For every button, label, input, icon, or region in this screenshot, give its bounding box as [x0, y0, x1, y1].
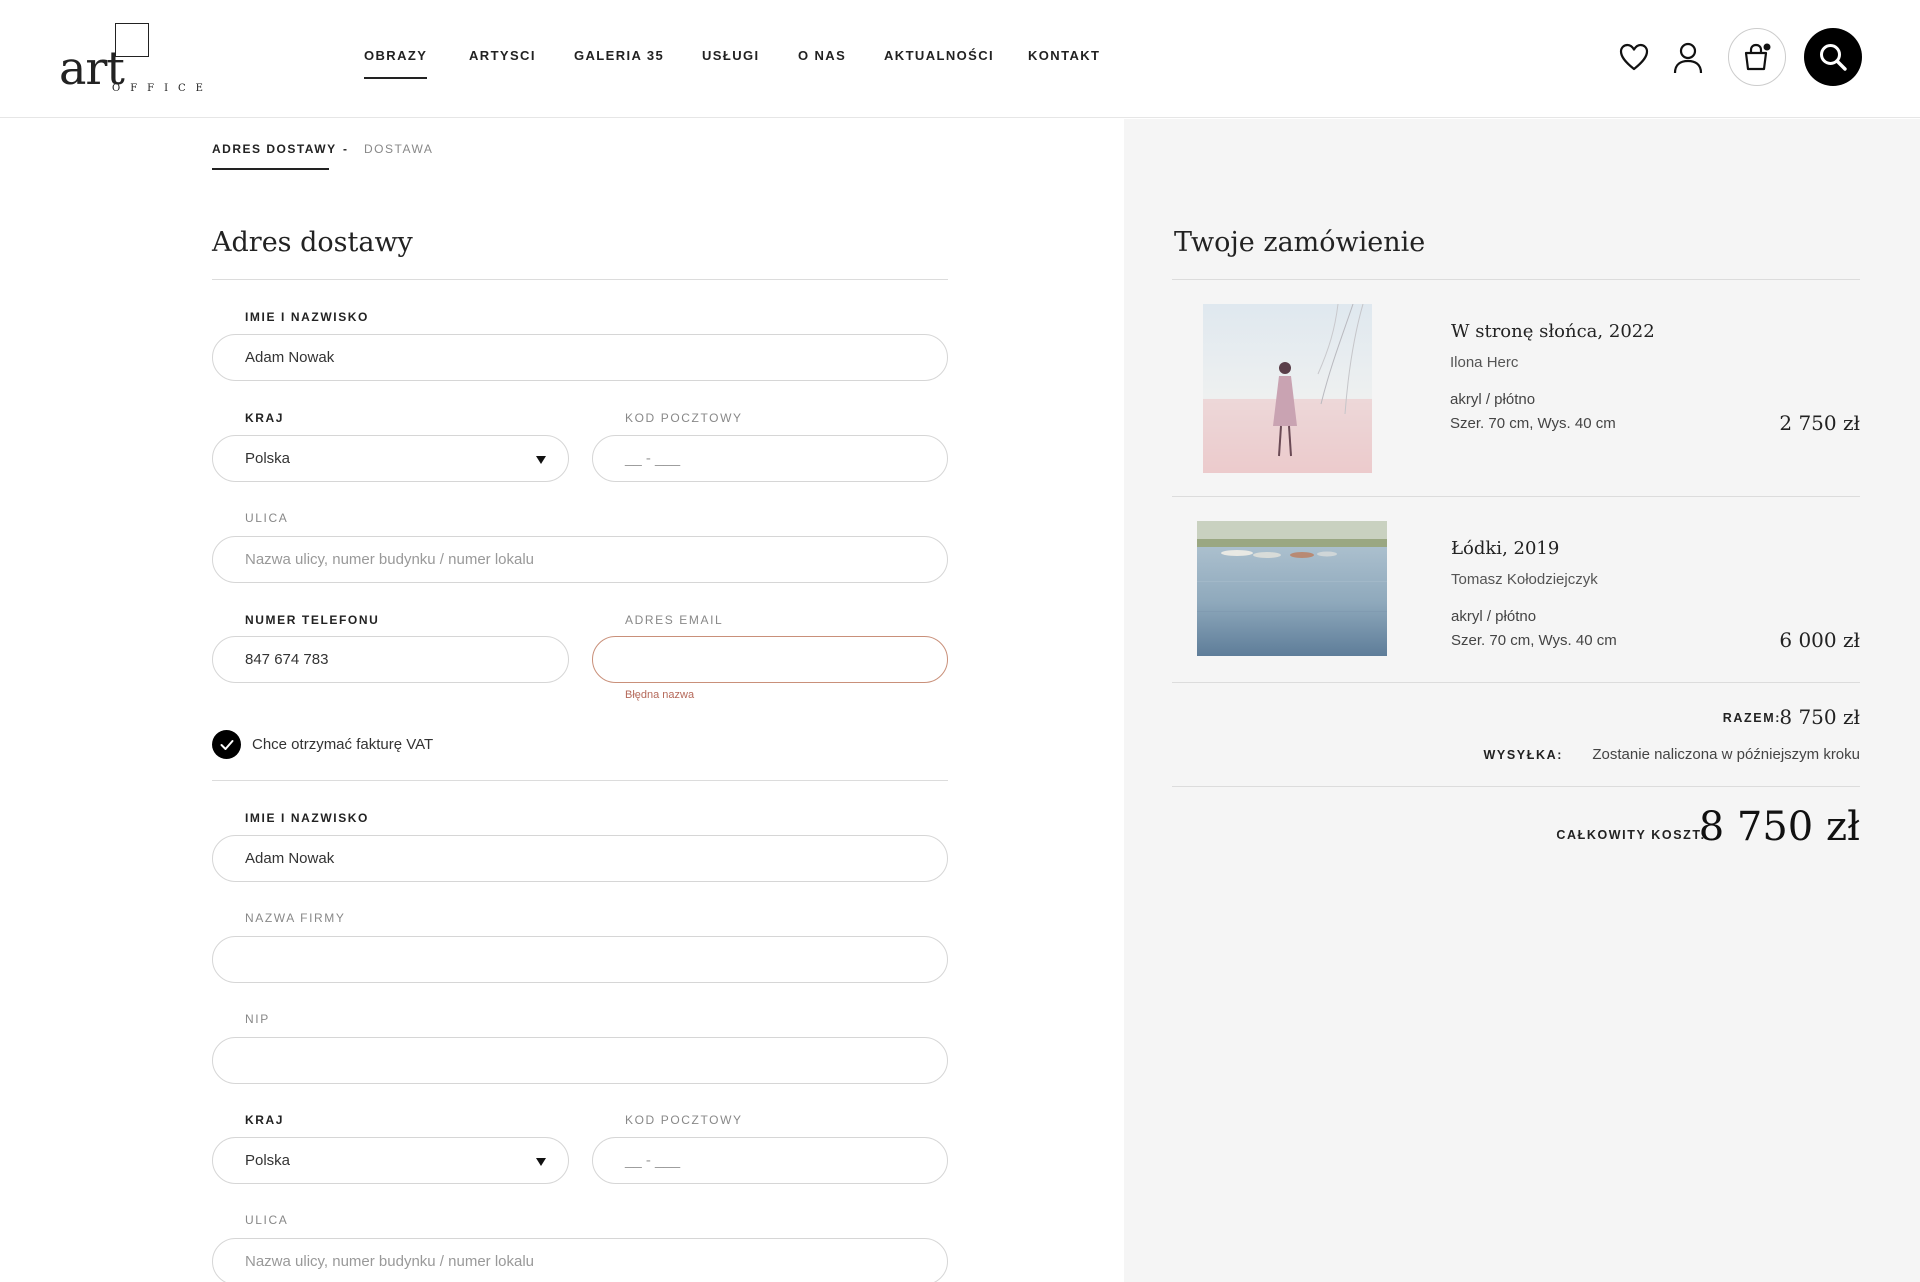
invoice-postal-placeholder: __ - ___ — [625, 1152, 681, 1169]
item-artist[interactable]: Ilona Herc — [1450, 354, 1518, 371]
invoice-country-select[interactable]: Polska — [212, 1137, 569, 1184]
breadcrumb-step-delivery[interactable]: DOSTAWA — [364, 142, 433, 156]
artwork-thumbnail[interactable] — [1203, 304, 1372, 473]
user-icon[interactable] — [1672, 42, 1704, 74]
breadcrumb-active-underline — [212, 168, 329, 170]
item-title[interactable]: W stronę słońca, 2022 — [1451, 321, 1655, 342]
postal-code-field[interactable]: __ - ___ — [592, 435, 948, 482]
search-button[interactable] — [1804, 28, 1862, 86]
item-title[interactable]: Łódki, 2019 — [1451, 538, 1559, 559]
street-label: ULICA — [245, 511, 289, 525]
country-value: Polska — [245, 450, 291, 467]
invoice-country-value: Polska — [245, 1152, 291, 1169]
checkmark-icon — [220, 739, 233, 750]
invoice-country-label: KRAJ — [245, 1113, 285, 1127]
email-field[interactable] — [592, 636, 948, 683]
item-price: 6 000 zł — [1779, 628, 1860, 652]
shipping-cost-value: Zostanie naliczona w późniejszym kroku — [1592, 746, 1860, 763]
site-header: art OFFICE OBRAZY ARTYSCI GALERIA 35 USŁ… — [0, 0, 1920, 118]
item-medium: akryl / płótno — [1451, 608, 1537, 625]
name-label: IMIE I NAZWISKO — [245, 310, 369, 324]
postal-label: KOD POCZTOWY — [625, 411, 743, 425]
divider — [1172, 496, 1860, 497]
invoice-street-label: ULICA — [245, 1213, 289, 1227]
order-heading: Twoje zamówienie — [1174, 227, 1426, 258]
invoice-street-placeholder: Nazwa ulicy, numer budynku / numer lokal… — [245, 1253, 535, 1270]
divider — [212, 780, 948, 781]
logo[interactable]: art OFFICE — [59, 23, 219, 98]
cart-button[interactable] — [1728, 28, 1786, 86]
company-field[interactable] — [212, 936, 948, 983]
divider — [1172, 786, 1860, 787]
nav-item-obrazy[interactable]: OBRAZY — [364, 48, 428, 79]
total-label: CAŁKOWITY KOSZT: — [1556, 828, 1706, 842]
email-label: ADRES EMAIL — [625, 613, 724, 627]
shipping-cost-label: WYSYŁKA: — [1483, 748, 1563, 762]
company-label: NAZWA FIRMY — [245, 911, 346, 925]
nav-item-kontakt[interactable]: KONTAKT — [1028, 48, 1100, 63]
artwork-thumbnail[interactable] — [1197, 521, 1387, 656]
item-price: 2 750 zł — [1779, 411, 1860, 435]
nav-item-aktualnosci[interactable]: AKTUALNOŚCI — [884, 48, 994, 63]
item-dimensions: Szer. 70 cm, Wys. 40 cm — [1451, 632, 1617, 649]
postal-placeholder: __ - ___ — [625, 450, 681, 467]
divider — [1172, 682, 1860, 683]
country-label: KRAJ — [245, 411, 285, 425]
street-placeholder: Nazwa ulicy, numer budynku / numer lokal… — [245, 551, 535, 568]
breadcrumb-step-address[interactable]: ADRES DOSTAWY — [212, 142, 337, 156]
order-summary-panel — [1124, 119, 1920, 1282]
shipping-heading: Adres dostawy — [212, 227, 413, 258]
chevron-down-icon — [536, 456, 546, 464]
search-icon — [1820, 44, 1847, 71]
total-value: 8 750 zł — [1698, 804, 1860, 850]
invoice-postal-code-field[interactable]: __ - ___ — [592, 1137, 948, 1184]
name-value: Adam Nowak — [245, 349, 335, 366]
country-select[interactable]: Polska — [212, 435, 569, 482]
invoice-name-field[interactable]: Adam Nowak — [212, 835, 948, 882]
email-error-message: Błędna nazwa — [625, 689, 695, 701]
nip-field[interactable] — [212, 1037, 948, 1084]
logo-subtext: OFFICE — [112, 83, 213, 94]
subtotal-label: RAZEM: — [1722, 711, 1781, 725]
name-field[interactable]: Adam Nowak — [212, 334, 948, 381]
nav-item-o-nas[interactable]: O NAS — [798, 48, 846, 63]
divider — [212, 279, 948, 280]
phone-value: 847 674 783 — [245, 651, 329, 668]
divider — [1172, 279, 1860, 280]
chevron-down-icon — [536, 1158, 546, 1166]
invoice-postal-label: KOD POCZTOWY — [625, 1113, 743, 1127]
vat-checkbox-label[interactable]: Chce otrzymać fakturę VAT — [252, 736, 433, 753]
heart-icon[interactable] — [1616, 42, 1652, 72]
invoice-street-field[interactable]: Nazwa ulicy, numer budynku / numer lokal… — [212, 1238, 948, 1282]
invoice-name-value: Adam Nowak — [245, 850, 335, 867]
item-dimensions: Szer. 70 cm, Wys. 40 cm — [1450, 415, 1616, 432]
breadcrumb-separator: - — [343, 142, 349, 156]
vat-checkbox[interactable] — [212, 730, 241, 759]
item-artist[interactable]: Tomasz Kołodziejczyk — [1451, 571, 1598, 588]
cart-icon — [1744, 43, 1771, 71]
nav-item-artysci[interactable]: ARTYSCI — [469, 48, 536, 63]
item-medium: akryl / płótno — [1450, 391, 1536, 408]
invoice-name-label: IMIE I NAZWISKO — [245, 811, 369, 825]
nip-label: NIP — [245, 1012, 270, 1026]
subtotal-value: 8 750 zł — [1779, 705, 1860, 729]
nav-item-galeria[interactable]: GALERIA 35 — [574, 48, 664, 63]
phone-label: NUMER TELEFONU — [245, 613, 380, 627]
nav-item-uslugi[interactable]: USŁUGI — [702, 48, 760, 63]
street-field[interactable]: Nazwa ulicy, numer budynku / numer lokal… — [212, 536, 948, 583]
phone-field[interactable]: 847 674 783 — [212, 636, 569, 683]
